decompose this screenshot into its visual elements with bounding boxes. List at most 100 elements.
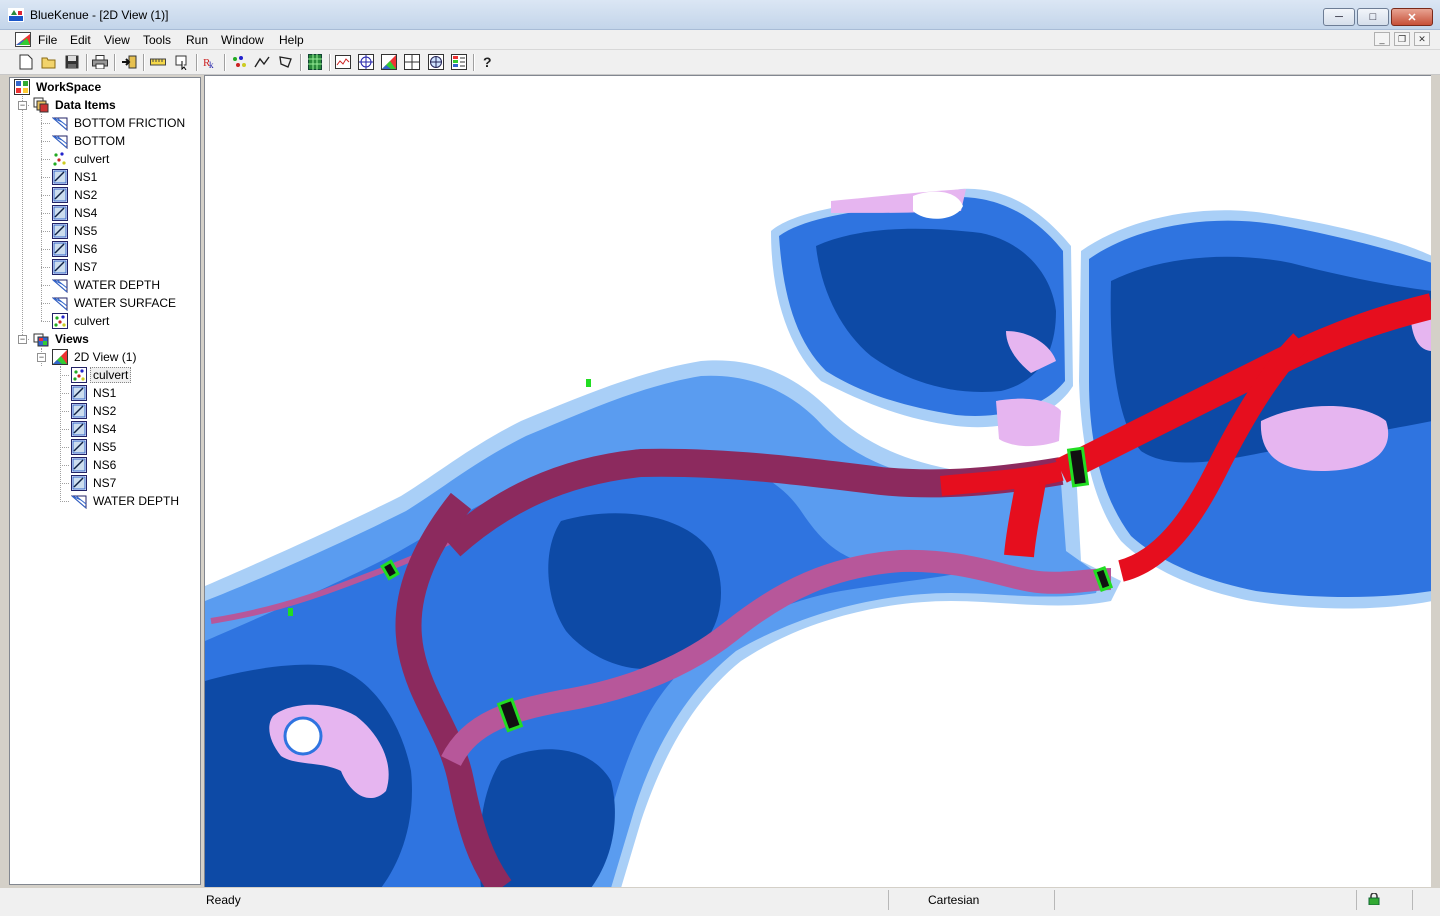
line-icon[interactable]: [254, 54, 270, 70]
tree-item-water-surface[interactable]: WATER SURFACE: [52, 294, 176, 312]
target-icon[interactable]: [358, 54, 374, 70]
coordinate-system: Cartesian: [928, 893, 980, 907]
open-icon[interactable]: [41, 54, 57, 70]
grid-icon[interactable]: [307, 54, 323, 70]
mesh-icon: [52, 117, 68, 131]
dry-area: [283, 716, 323, 756]
tree-label: culvert: [90, 367, 132, 383]
culvert-marker: [586, 379, 591, 387]
tree-item-ns1[interactable]: NS1: [52, 168, 97, 186]
tree-label: culvert: [74, 152, 110, 166]
line-set-icon: [52, 223, 68, 239]
import-icon[interactable]: [121, 54, 137, 70]
new-icon[interactable]: [18, 54, 34, 70]
legend-icon[interactable]: [451, 54, 467, 70]
water-depth-map[interactable]: [205, 76, 1431, 887]
menu-edit[interactable]: Edit: [70, 33, 91, 47]
menu-file[interactable]: File: [38, 33, 57, 47]
tree-item-ns2[interactable]: NS2: [52, 186, 97, 204]
tree-item-ns6[interactable]: NS6: [52, 240, 97, 258]
tree-label: BOTTOM: [74, 134, 126, 148]
menu-run[interactable]: Run: [186, 33, 208, 47]
maximize-button[interactable]: □: [1357, 8, 1389, 26]
close-button[interactable]: ✕: [1391, 8, 1433, 26]
tree-label: 2D View (1): [74, 350, 137, 364]
tree-item-bottom-friction[interactable]: BOTTOM FRICTION: [52, 114, 185, 132]
tree-view-item-ns1[interactable]: NS1: [71, 384, 116, 402]
tree-label: NS7: [93, 476, 117, 490]
map-view-2d[interactable]: [204, 75, 1431, 887]
tree-label: NS1: [74, 170, 98, 184]
line-set-icon: [71, 385, 87, 401]
layout-icon[interactable]: [404, 54, 420, 70]
tree-label: NS6: [93, 458, 117, 472]
globe-icon[interactable]: [428, 54, 444, 70]
tree-views[interactable]: Views: [33, 330, 89, 348]
save-icon[interactable]: [64, 54, 80, 70]
menu-tools[interactable]: Tools: [143, 33, 171, 47]
tree-item-water-depth[interactable]: WATER DEPTH: [52, 276, 160, 294]
tree-view-item-ns4[interactable]: NS4: [71, 420, 116, 438]
views-icon: [33, 333, 49, 347]
document-icon[interactable]: [15, 32, 31, 47]
points-icon[interactable]: [231, 54, 247, 70]
mesh-icon: [52, 279, 68, 293]
tree-label: NS5: [74, 224, 98, 238]
view-2d-icon: [52, 349, 68, 365]
tree-label: Data Items: [55, 98, 116, 112]
tree-label: NS2: [74, 188, 98, 202]
app-icon: [8, 8, 24, 22]
mdi-restore-button[interactable]: ❐: [1394, 32, 1410, 46]
mdi-close-button[interactable]: ✕: [1414, 32, 1430, 46]
status-bar: Ready Cartesian: [0, 888, 1440, 916]
mesh-icon: [52, 297, 68, 311]
menu-window[interactable]: Window: [221, 33, 264, 47]
text-icon[interactable]: Rk: [202, 54, 218, 70]
points-layer-icon: [52, 313, 68, 329]
print-icon[interactable]: [92, 54, 108, 70]
minimize-button[interactable]: ─: [1323, 8, 1355, 26]
tree-item-culvert-2[interactable]: culvert: [52, 312, 109, 330]
help-icon[interactable]: ?: [480, 54, 496, 70]
tree-label: WATER DEPTH: [74, 278, 160, 292]
menu-bar: File Edit View Tools Run Window Help _ ❐…: [0, 30, 1440, 50]
tree-label: WATER DEPTH: [93, 494, 179, 508]
tree-item-ns7[interactable]: NS7: [52, 258, 97, 276]
culvert-marker: [1066, 446, 1090, 488]
mesh-icon: [71, 495, 87, 509]
tree-view-item-ns5[interactable]: NS5: [71, 438, 116, 456]
collapse-views[interactable]: −: [18, 335, 27, 344]
tree-item-ns4[interactable]: NS4: [52, 204, 97, 222]
tree-view-item-ns6[interactable]: NS6: [71, 456, 116, 474]
tree-item-ns5[interactable]: NS5: [52, 222, 97, 240]
tree-view-item-water-depth[interactable]: WATER DEPTH: [71, 492, 179, 510]
tree-data-items[interactable]: Data Items: [33, 96, 116, 114]
tree-label: Views: [55, 332, 89, 346]
line-set-icon: [52, 187, 68, 203]
tree-2d-view[interactable]: 2D View (1): [52, 348, 136, 366]
collapse-data-items[interactable]: −: [18, 101, 27, 110]
tree-workspace[interactable]: WorkSpace: [14, 78, 101, 96]
tree-view-item-culvert[interactable]: culvert: [71, 366, 132, 384]
polygon-icon[interactable]: [278, 54, 294, 70]
collapse-2d-view[interactable]: −: [37, 353, 46, 362]
tree-label: WorkSpace: [36, 80, 102, 94]
pointer-icon[interactable]: [174, 54, 190, 70]
ruler-icon[interactable]: [150, 54, 166, 70]
tree-item-bottom[interactable]: BOTTOM: [52, 132, 125, 150]
menu-view[interactable]: View: [104, 33, 130, 47]
menu-help[interactable]: Help: [279, 33, 304, 47]
svg-text:?: ?: [483, 54, 492, 70]
tree-view-item-ns7[interactable]: NS7: [71, 474, 116, 492]
tree-item-culvert[interactable]: culvert: [52, 150, 109, 168]
points-layer-icon: [71, 367, 87, 383]
tree-label: NS2: [93, 404, 117, 418]
mdi-minimize-button[interactable]: _: [1374, 32, 1390, 46]
line-set-icon: [52, 205, 68, 221]
colormap-icon[interactable]: [381, 54, 397, 70]
profile-icon[interactable]: [335, 54, 351, 70]
depth-zone-shoal: [1260, 406, 1389, 471]
tree-view-item-ns2[interactable]: NS2: [71, 402, 116, 420]
line-set-icon: [52, 169, 68, 185]
workspace-icon: [14, 79, 30, 95]
